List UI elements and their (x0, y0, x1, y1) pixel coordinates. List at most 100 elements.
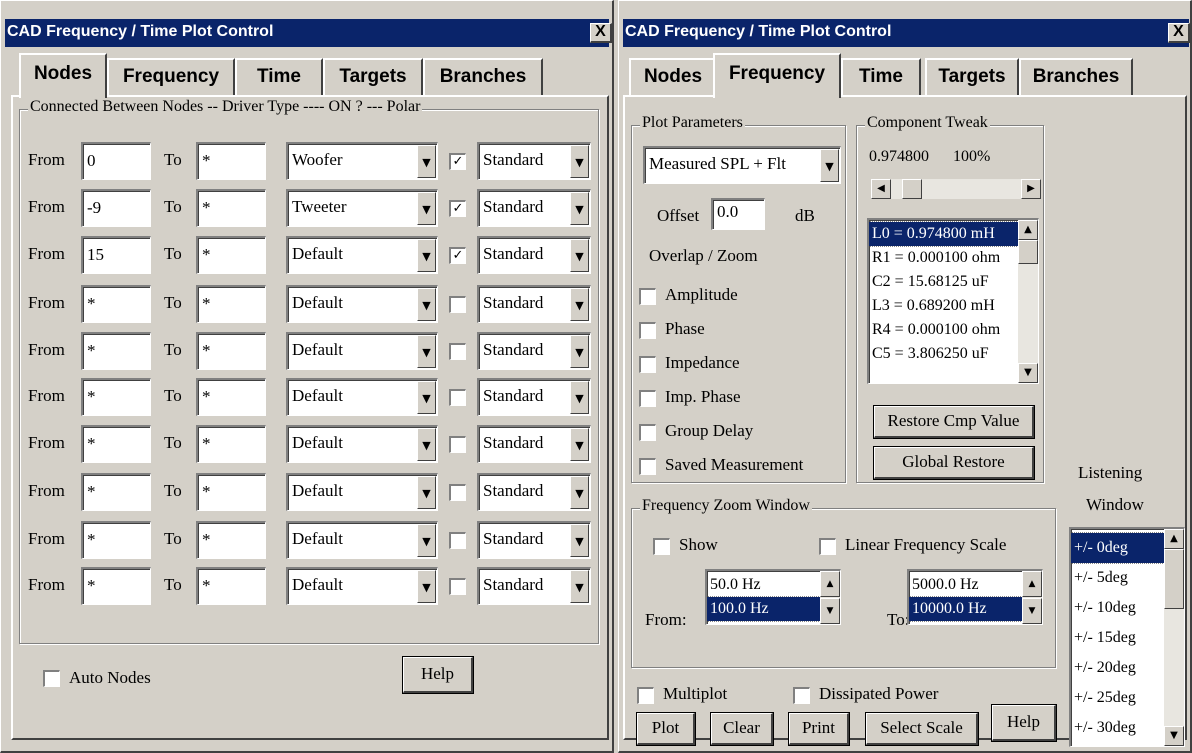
to-node-input[interactable]: * (196, 567, 266, 605)
chevron-down-icon[interactable]: ▼ (820, 149, 839, 182)
scroll-up-icon[interactable]: ▲ (1018, 220, 1038, 240)
listening-window-item[interactable]: +/- 20deg (1071, 653, 1164, 683)
polar-select[interactable]: Standard ▼ (477, 285, 591, 323)
driver-type-select[interactable]: Tweeter ▼ (286, 189, 438, 227)
tweak-slider-thumb[interactable] (902, 179, 922, 199)
frequency-option[interactable]: 100.0 Hz (707, 596, 821, 622)
plot-option-checkbox[interactable] (639, 458, 656, 475)
chevron-down-icon[interactable]: ▼ (417, 524, 436, 557)
component-list[interactable]: L0 = 0.974800 mH R1 = 0.000100 ohm C2 = 15… (867, 218, 1039, 384)
polar-select[interactable]: Standard ▼ (477, 521, 591, 559)
chevron-down-icon[interactable]: ▼ (570, 476, 589, 509)
chevron-down-icon[interactable]: ▼ (417, 288, 436, 321)
scroll-down-icon[interactable]: ▼ (1018, 363, 1038, 383)
component-list-item[interactable]: R1 = 0.000100 ohm (869, 246, 1018, 270)
scroll-right-icon[interactable]: ▶ (1021, 179, 1041, 199)
chevron-down-icon[interactable]: ▼ (570, 192, 589, 225)
select-scale-button[interactable]: Select Scale (866, 713, 978, 745)
tab-frequency[interactable]: Frequency (107, 58, 235, 95)
component-list-item[interactable]: L0 = 0.974800 mH (869, 221, 1019, 247)
chevron-down-icon[interactable]: ▼ (417, 381, 436, 414)
plot-option-checkbox[interactable] (639, 424, 656, 441)
from-list[interactable]: 50.0 Hz 100.0 Hz ▲ ▼ (705, 569, 841, 625)
restore-cmp-value-button[interactable]: Restore Cmp Value (874, 406, 1034, 438)
chevron-down-icon[interactable]: ▼ (570, 570, 589, 603)
from-spinner[interactable]: ▲ ▼ (820, 571, 840, 624)
chevron-down-icon[interactable]: ▼ (570, 239, 589, 272)
tab-targets[interactable]: Targets (323, 58, 423, 95)
from-node-input[interactable]: 15 (81, 236, 151, 274)
scroll-down-icon[interactable]: ▼ (1022, 598, 1042, 624)
chevron-down-icon[interactable]: ▼ (417, 145, 436, 178)
polar-select[interactable]: Standard ▼ (477, 236, 591, 274)
driver-type-select[interactable]: Default ▼ (286, 236, 438, 274)
right-title-bar[interactable]: CAD Frequency / Time Plot Control (623, 19, 1189, 47)
polar-select[interactable]: Standard ▼ (477, 189, 591, 227)
chevron-down-icon[interactable]: ▼ (417, 476, 436, 509)
from-node-input[interactable]: * (81, 521, 151, 559)
scroll-down-icon[interactable]: ▼ (1164, 726, 1184, 746)
scroll-up-icon[interactable]: ▲ (1164, 529, 1184, 549)
scroll-up-icon[interactable]: ▲ (820, 571, 840, 597)
tab-targets[interactable]: Targets (925, 58, 1019, 95)
component-list-item[interactable]: R4 = 0.000100 ohm (869, 318, 1018, 342)
driver-type-select[interactable]: Default ▼ (286, 378, 438, 416)
driver-on-checkbox[interactable]: ✓ (449, 153, 466, 170)
tab-branches[interactable]: Branches (423, 58, 543, 95)
chevron-down-icon[interactable]: ▼ (570, 428, 589, 461)
driver-on-checkbox[interactable] (449, 343, 466, 360)
global-restore-button[interactable]: Global Restore (874, 447, 1034, 479)
driver-on-checkbox[interactable] (449, 484, 466, 501)
listening-window-thumb[interactable] (1164, 549, 1184, 609)
left-title-bar[interactable]: CAD Frequency / Time Plot Control (5, 19, 609, 47)
plot-option-checkbox[interactable] (639, 390, 656, 407)
component-list-thumb[interactable] (1018, 240, 1038, 264)
plot-option-checkbox[interactable] (639, 322, 656, 339)
listening-window-scrollbar[interactable]: ▲ ▼ (1164, 529, 1184, 746)
from-node-input[interactable]: 0 (81, 142, 151, 180)
driver-type-select[interactable]: Default ▼ (286, 332, 438, 370)
show-checkbox[interactable] (653, 538, 670, 555)
tab-nodes[interactable]: Nodes (19, 53, 107, 98)
driver-type-select[interactable]: Default ▼ (286, 425, 438, 463)
driver-type-select[interactable]: Default ▼ (286, 285, 438, 323)
to-list[interactable]: 5000.0 Hz 10000.0 Hz ▲ ▼ (907, 569, 1043, 625)
from-node-input[interactable]: * (81, 285, 151, 323)
right-close-button[interactable]: X (1168, 23, 1190, 43)
chevron-down-icon[interactable]: ▼ (570, 288, 589, 321)
component-list-item[interactable]: L3 = 0.689200 mH (869, 294, 1018, 318)
help-button-right[interactable]: Help (992, 705, 1056, 741)
to-node-input[interactable]: * (196, 285, 266, 323)
chevron-down-icon[interactable]: ▼ (417, 570, 436, 603)
tab-branches[interactable]: Branches (1019, 58, 1133, 95)
to-node-input[interactable]: * (196, 236, 266, 274)
chevron-down-icon[interactable]: ▼ (417, 428, 436, 461)
plot-option-checkbox[interactable] (639, 288, 656, 305)
component-list-scrollbar[interactable]: ▲ ▼ (1018, 220, 1038, 383)
multiplot-checkbox[interactable] (637, 687, 654, 704)
frequency-option[interactable]: 50.0 Hz (707, 573, 820, 597)
from-node-input[interactable]: * (81, 332, 151, 370)
from-node-input[interactable]: * (81, 567, 151, 605)
driver-on-checkbox[interactable] (449, 296, 466, 313)
driver-type-select[interactable]: Default ▼ (286, 521, 438, 559)
chevron-down-icon[interactable]: ▼ (570, 145, 589, 178)
to-node-input[interactable]: * (196, 378, 266, 416)
listening-window-item[interactable]: +/- 0deg (1071, 532, 1165, 564)
polar-select[interactable]: Standard ▼ (477, 425, 591, 463)
to-node-input[interactable]: * (196, 521, 266, 559)
plot-button[interactable]: Plot (637, 713, 695, 745)
print-button[interactable]: Print (789, 713, 849, 745)
driver-on-checkbox[interactable]: ✓ (449, 200, 466, 217)
scroll-up-icon[interactable]: ▲ (1022, 571, 1042, 597)
listening-window-list[interactable]: +/- 0deg +/- 5deg +/- 10deg +/- 15deg +/- 20… (1069, 527, 1185, 747)
listening-window-item[interactable]: +/- 30deg (1071, 713, 1164, 743)
polar-select[interactable]: Standard ▼ (477, 142, 591, 180)
chevron-down-icon[interactable]: ▼ (417, 239, 436, 272)
listening-window-item[interactable]: +/- 10deg (1071, 593, 1164, 623)
plot-option-checkbox[interactable] (639, 356, 656, 373)
scroll-down-icon[interactable]: ▼ (820, 598, 840, 624)
tab-nodes[interactable]: Nodes (629, 58, 717, 95)
linear-scale-checkbox[interactable] (819, 538, 836, 555)
left-close-button[interactable]: X (590, 23, 612, 43)
